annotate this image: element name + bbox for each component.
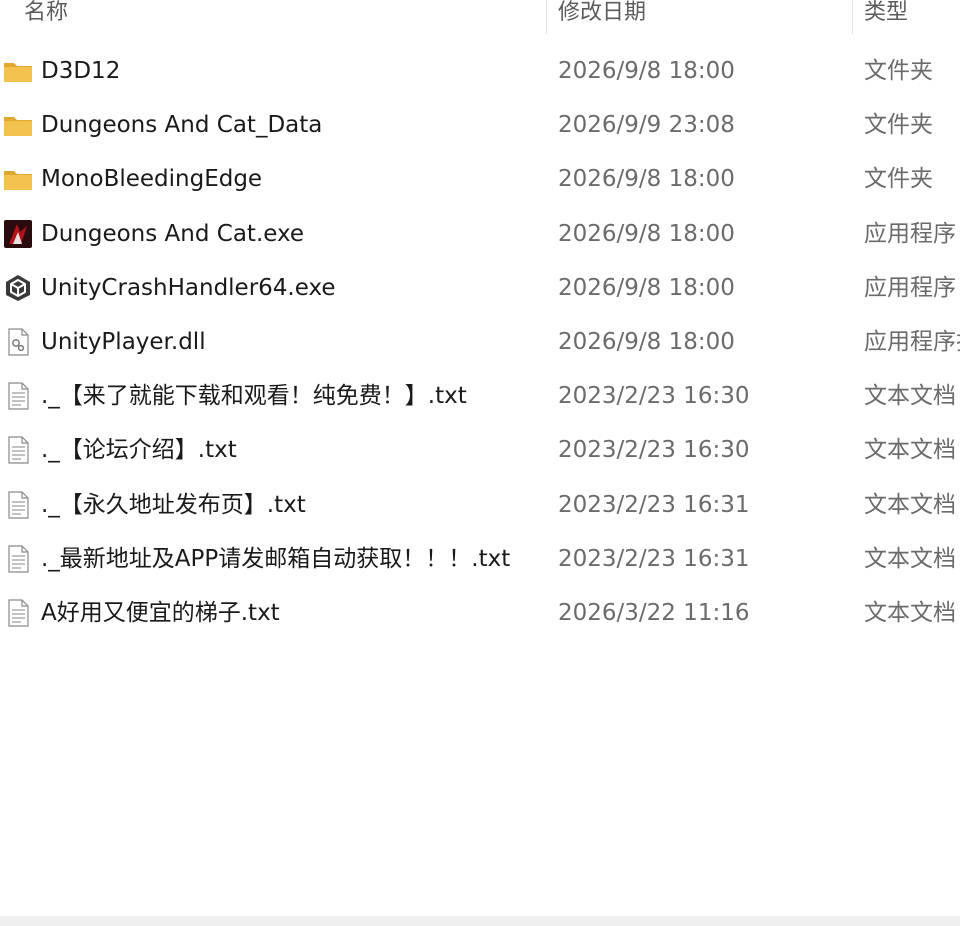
file-name: ._【论坛介绍】.txt	[41, 437, 237, 464]
column-header-type[interactable]: 类型	[864, 0, 908, 26]
file-name: D3D12	[41, 58, 121, 84]
folder-icon	[3, 111, 33, 139]
column-divider[interactable]	[852, 0, 853, 34]
folder-icon	[3, 57, 33, 85]
file-type: 文本文档	[864, 437, 956, 464]
text-file-icon	[3, 382, 33, 410]
file-row[interactable]: UnityCrashHandler64.exe 2026/9/8 18:00 应用程…	[0, 261, 960, 315]
file-date-modified: 2026/9/8 18:00	[558, 166, 735, 193]
unity-icon	[3, 274, 33, 302]
file-type: 应用程序	[864, 220, 956, 247]
file-name: ._【来了就能下载和观看！纯免费！】.txt	[41, 383, 467, 410]
file-date-modified: 2026/9/8 18:00	[558, 274, 735, 301]
file-row[interactable]: D3D12 2026/9/8 18:00 文件夹	[0, 44, 960, 98]
file-type: 文件夹	[864, 112, 933, 139]
file-type: 文本文档	[864, 383, 956, 410]
file-date-modified: 2023/2/23 16:31	[558, 545, 750, 572]
file-type: 文本文档	[864, 491, 956, 518]
file-row[interactable]: MonoBleedingEdge 2026/9/8 18:00 文件夹	[0, 152, 960, 206]
file-row[interactable]: Dungeons And Cat.exe 2026/9/8 18:00 应用程序	[0, 207, 960, 261]
column-divider[interactable]	[546, 0, 547, 34]
file-type: 文本文档	[864, 545, 956, 572]
file-date-modified: 2023/2/23 16:30	[558, 437, 750, 464]
game-app-icon	[3, 219, 33, 248]
file-type: 文件夹	[864, 58, 933, 84]
file-date-modified: 2026/9/8 18:00	[558, 328, 735, 355]
file-type: 应用程序扩	[864, 328, 960, 355]
text-file-icon	[3, 545, 33, 573]
file-date-modified: 2026/9/8 18:00	[558, 58, 735, 84]
folder-icon	[3, 165, 33, 193]
file-name: UnityCrashHandler64.exe	[41, 274, 336, 301]
file-date-modified: 2026/9/9 23:08	[558, 112, 735, 139]
file-row[interactable]: Dungeons And Cat_Data 2026/9/9 23:08 文件夹	[0, 98, 960, 152]
file-row[interactable]: ._最新地址及APP请发邮箱自动获取！！！.txt 2023/2/23 16:31…	[0, 532, 960, 586]
text-file-icon	[3, 436, 33, 464]
file-name: A好用又便宜的梯子.txt	[41, 599, 280, 626]
file-row[interactable]: A好用又便宜的梯子.txt 2026/3/22 11:16 文本文档	[0, 586, 960, 640]
file-row[interactable]: ._【论坛介绍】.txt 2023/2/23 16:30 文本文档	[0, 423, 960, 477]
column-header-date-modified[interactable]: 修改日期	[558, 0, 646, 26]
file-type: 文件夹	[864, 166, 933, 193]
file-list: D3D12 2026/9/8 18:00 文件夹 Dungeons And Cat_D…	[0, 44, 960, 640]
file-type: 文本文档	[864, 599, 956, 626]
file-name: ._【永久地址发布页】.txt	[41, 491, 306, 518]
column-header-name[interactable]: 名称	[24, 0, 68, 26]
dll-file-icon	[3, 328, 33, 356]
file-name: ._最新地址及APP请发邮箱自动获取！！！.txt	[41, 545, 511, 572]
file-date-modified: 2026/3/22 11:16	[558, 599, 750, 626]
file-name: Dungeons And Cat.exe	[41, 220, 305, 247]
file-date-modified: 2023/2/23 16:30	[558, 383, 750, 410]
file-row[interactable]: ._【来了就能下载和观看！纯免费！】.txt 2023/2/23 16:30 文本文…	[0, 369, 960, 423]
file-row[interactable]: UnityPlayer.dll 2026/9/8 18:00 应用程序扩	[0, 315, 960, 369]
text-file-icon	[3, 599, 33, 627]
text-file-icon	[3, 490, 33, 519]
horizontal-scrollbar[interactable]	[0, 916, 960, 926]
file-name: Dungeons And Cat_Data	[41, 112, 323, 139]
file-date-modified: 2026/9/8 18:00	[558, 220, 735, 247]
file-name: MonoBleedingEdge	[41, 166, 263, 193]
file-date-modified: 2023/2/23 16:31	[558, 491, 750, 518]
file-row[interactable]: ._【永久地址发布页】.txt 2023/2/23 16:31 文本文档	[0, 478, 960, 532]
file-name: UnityPlayer.dll	[41, 328, 206, 355]
file-type: 应用程序	[864, 274, 956, 301]
file-explorer-list: 名称 修改日期 类型 D3D12 2026/9/8 18:00 文件夹 Dungeon…	[0, 0, 960, 926]
column-header-bar: 名称 修改日期 类型	[0, 0, 960, 34]
